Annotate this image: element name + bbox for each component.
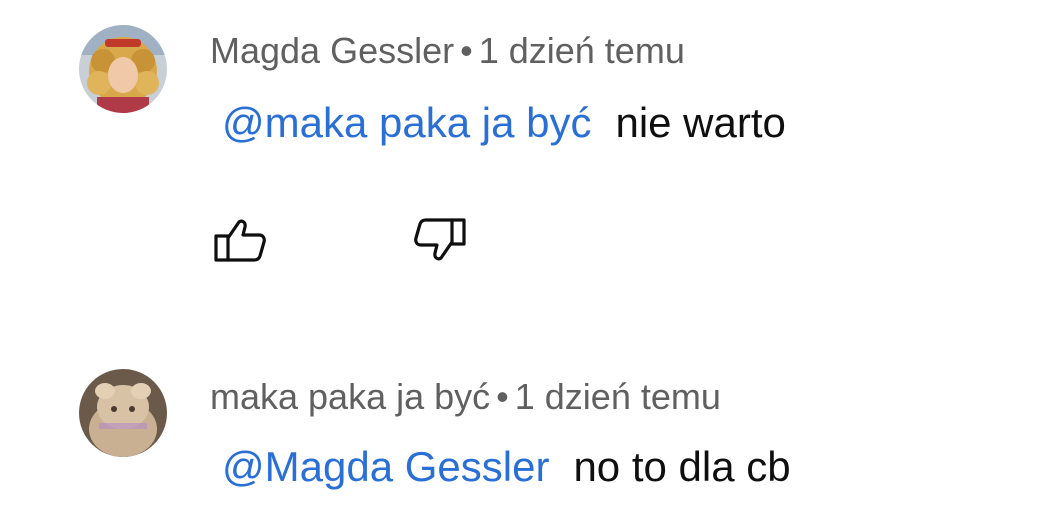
- avatar-figurine-icon: [79, 369, 167, 457]
- author-name[interactable]: Magda Gessler: [210, 30, 454, 71]
- avatar[interactable]: [79, 25, 167, 113]
- author-name[interactable]: maka paka ja być: [210, 376, 490, 417]
- separator: •: [496, 376, 509, 417]
- thumbs-up-icon: [214, 219, 266, 262]
- comment: maka paka ja być • 1 dzień temu @Magda Ges…: [0, 340, 1060, 519]
- avatar-curly-hair-icon: [79, 25, 167, 113]
- comment-meta: Magda Gessler • 1 dzień temu: [210, 30, 685, 72]
- mention-link[interactable]: @Magda Gessler: [222, 443, 549, 490]
- comment-text: @maka paka ja być nie warto: [222, 99, 786, 147]
- mention-link[interactable]: @maka paka ja być: [222, 99, 591, 146]
- like-button[interactable]: [210, 212, 270, 268]
- comment-text: @Magda Gessler no to dla cb: [222, 443, 791, 491]
- thumbs-down-icon: [414, 218, 466, 261]
- timestamp[interactable]: 1 dzień temu: [515, 376, 721, 417]
- dislike-button[interactable]: [410, 212, 470, 268]
- comment: Magda Gessler • 1 dzień temu @maka paka ja…: [0, 0, 1060, 300]
- separator: •: [460, 30, 473, 71]
- avatar[interactable]: [79, 369, 167, 457]
- comment-body: nie warto: [615, 99, 786, 146]
- comment-body: no to dla cb: [573, 443, 791, 490]
- timestamp[interactable]: 1 dzień temu: [479, 30, 685, 71]
- comment-meta: maka paka ja być • 1 dzień temu: [210, 376, 721, 418]
